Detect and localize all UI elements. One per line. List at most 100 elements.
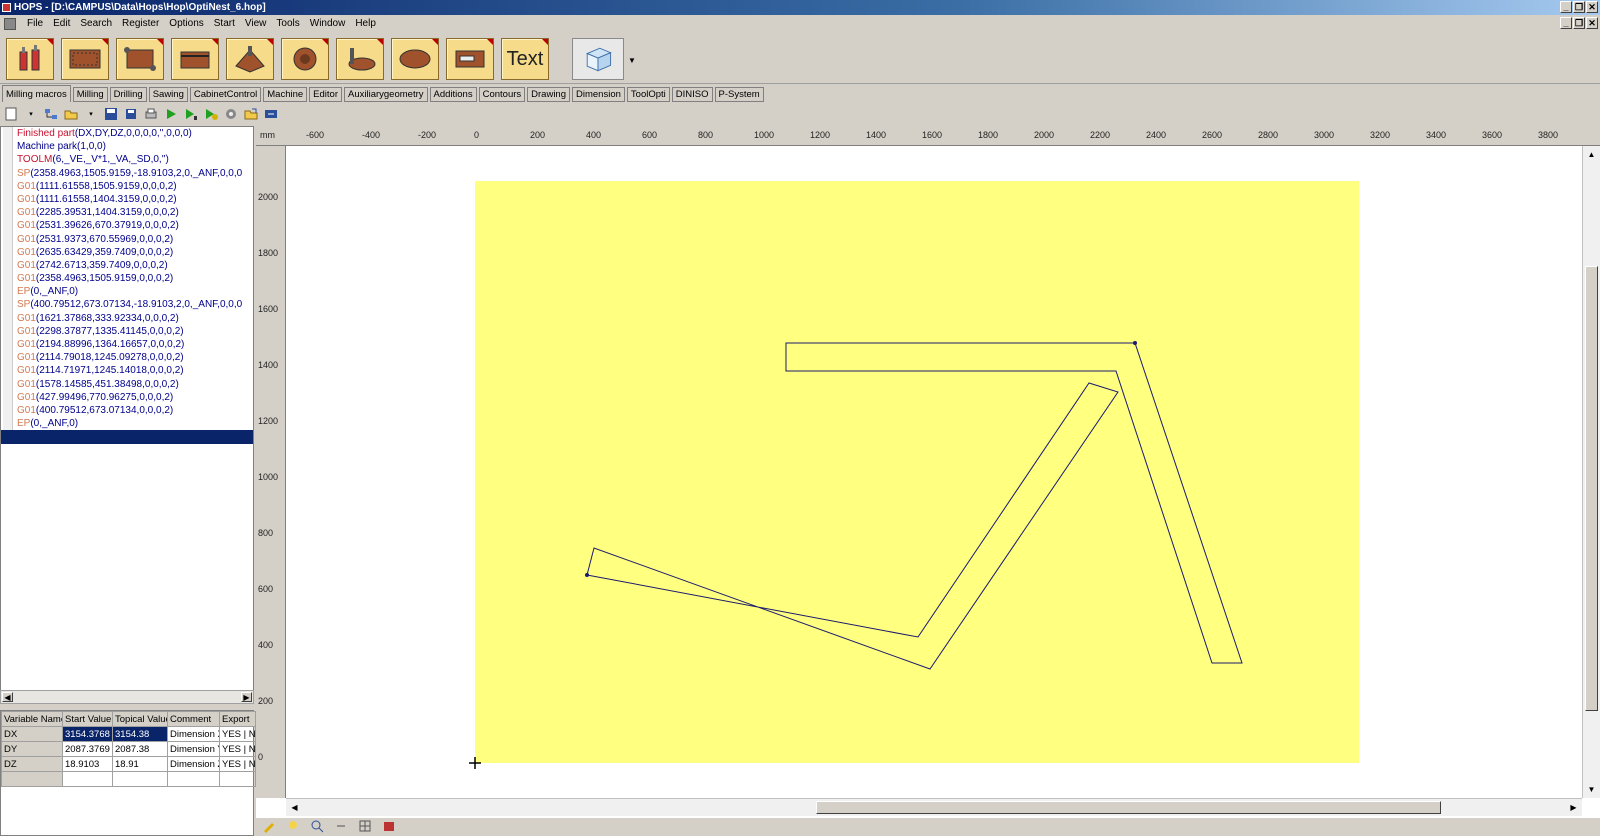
code-line-current[interactable] <box>1 430 253 444</box>
new-file-icon[interactable] <box>4 107 18 121</box>
open-folder-icon[interactable] <box>64 107 78 121</box>
code-line[interactable]: G01(2194.88996,1364.16657,0,0,0,2) <box>1 338 253 352</box>
code-line[interactable]: SP(400.79512,673.07134,-18.9103,2,0,_ANF… <box>1 298 253 312</box>
scroll-right-icon[interactable]: ▶ <box>241 692 252 702</box>
tab-cabinetcontrol[interactable]: CabinetControl <box>189 87 262 102</box>
code-line[interactable]: G01(427.99496,770.96275,0,0,0,2) <box>1 390 253 404</box>
table-cell[interactable]: DZ <box>1 756 63 772</box>
menu-view[interactable]: View <box>240 18 272 29</box>
folder-arrow-icon[interactable] <box>244 107 258 121</box>
horizontal-scroll-thumb[interactable] <box>816 801 1441 814</box>
box-icon[interactable] <box>382 819 396 836</box>
new-dropdown-icon[interactable]: ▾ <box>24 107 38 121</box>
settings-icon[interactable] <box>224 107 238 121</box>
tab-p-system[interactable]: P-System <box>714 87 764 102</box>
code-line[interactable]: G01(1111.61558,1505.9159,0,0,0,2) <box>1 179 253 193</box>
zoom-icon[interactable] <box>310 819 324 836</box>
table-row[interactable]: DZ 18.9103 18.91 Dimension Z YES | N <box>1 756 256 772</box>
horizontal-scrollbar[interactable]: ◀ ▶ <box>286 798 1582 816</box>
slot-macro-button[interactable] <box>446 38 494 80</box>
code-line[interactable]: G01(1578.14585,451.38498,0,0,0,2) <box>1 377 253 391</box>
close-button[interactable]: ✕ <box>1586 1 1598 13</box>
tab-machine[interactable]: Machine <box>263 87 308 102</box>
program-editor[interactable]: Finished part(DX,DY,DZ,0,0,0,0,'',0,0,0)… <box>0 126 254 691</box>
vertical-scrollbar[interactable]: ▲ ▼ <box>1582 146 1600 798</box>
table-cell[interactable] <box>167 771 220 787</box>
code-line[interactable]: Finished part(DX,DY,DZ,0,0,0,0,'',0,0,0) <box>1 127 253 141</box>
pencil-icon[interactable] <box>262 819 276 836</box>
code-line[interactable]: G01(2298.37877,1335.41145,0,0,0,2) <box>1 324 253 338</box>
ellipse-macro-button[interactable] <box>391 38 439 80</box>
col-header-export[interactable]: Export <box>219 711 256 727</box>
table-cell[interactable]: 3154.3768 <box>62 726 113 742</box>
menu-tools[interactable]: Tools <box>271 18 304 29</box>
minus-icon[interactable] <box>334 819 348 836</box>
code-line[interactable]: Machine park(1,0,0) <box>1 140 253 154</box>
text-macro-button[interactable]: Text <box>501 38 549 80</box>
scroll-down-icon[interactable]: ▼ <box>1585 783 1598 796</box>
menu-help[interactable]: Help <box>350 18 381 29</box>
run-icon[interactable] <box>164 107 178 121</box>
print-icon[interactable] <box>144 107 158 121</box>
code-line[interactable]: G01(1111.61558,1404.3159,0,0,0,2) <box>1 192 253 207</box>
code-line[interactable]: SP(2358.4963,1505.9159,-18.9103,2,0,_ANF… <box>1 166 253 180</box>
code-line[interactable]: G01(2635.63429,359.7409,0,0,0,2) <box>1 245 253 259</box>
menu-options[interactable]: Options <box>164 18 208 29</box>
code-line[interactable]: G01(400.79512,673.07134,0,0,0,2) <box>1 403 253 418</box>
run-step-icon[interactable] <box>184 107 198 121</box>
table-cell[interactable]: 2087.3769 <box>62 741 113 757</box>
groove-macro-button[interactable] <box>171 38 219 80</box>
table-row[interactable]: DX 3154.3768 3154.38 Dimension X YES | N <box>1 726 256 742</box>
tab-milling[interactable]: Milling <box>72 87 108 102</box>
grid-icon[interactable] <box>358 819 372 836</box>
menu-edit[interactable]: Edit <box>48 18 75 29</box>
vertical-scroll-thumb[interactable] <box>1585 266 1598 711</box>
scroll-up-icon[interactable]: ▲ <box>1585 148 1598 161</box>
save-icon[interactable] <box>104 107 118 121</box>
open-dropdown-icon[interactable]: ▾ <box>84 107 98 121</box>
transfer-icon[interactable] <box>264 107 278 121</box>
table-cell[interactable]: YES | N <box>219 726 256 742</box>
edge-macro-button[interactable] <box>336 38 384 80</box>
tab-drawing[interactable]: Drawing <box>527 87 571 102</box>
table-cell[interactable]: Dimension Z <box>167 756 220 772</box>
editor-horizontal-scrollbar[interactable]: ◀ ▶ <box>0 690 254 704</box>
tab-diniso[interactable]: DINISO <box>671 87 713 102</box>
code-line[interactable]: G01(2531.9373,670.55969,0,0,0,2) <box>1 232 253 246</box>
minimize-button[interactable]: _ <box>1560 1 1572 13</box>
menu-file[interactable]: File <box>22 18 48 29</box>
tab-contours[interactable]: Contours <box>478 87 526 102</box>
rectangle-pocket-macro-button[interactable] <box>61 38 109 80</box>
tab-sawing[interactable]: Sawing <box>148 87 188 102</box>
variable-table[interactable]: Variable Name Start Value Topical Value … <box>0 710 256 836</box>
view-dropdown-arrow-icon[interactable]: ▼ <box>628 56 636 65</box>
simulate-icon[interactable] <box>204 107 218 121</box>
hierarchy-icon[interactable] <box>44 107 58 121</box>
menu-start[interactable]: Start <box>209 18 240 29</box>
light-icon[interactable] <box>286 819 300 836</box>
table-cell[interactable]: 18.91 <box>112 756 168 772</box>
tab-additions[interactable]: Additions <box>429 87 477 102</box>
scroll-left-icon[interactable]: ◀ <box>2 692 13 702</box>
code-line[interactable]: G01(2531.39626,670.37919,0,0,0,2) <box>1 219 253 233</box>
col-header-topical-value[interactable]: Topical Value <box>112 711 168 727</box>
mdi-restore-button[interactable]: ❐ <box>1573 17 1585 29</box>
drawing-canvas[interactable] <box>286 146 1582 798</box>
circle-pocket-macro-button[interactable] <box>281 38 329 80</box>
contour-macro-button[interactable] <box>116 38 164 80</box>
code-line[interactable]: EP(0,_ANF,0) <box>1 417 253 431</box>
table-cell[interactable] <box>62 771 113 787</box>
table-cell[interactable] <box>219 771 256 787</box>
code-line[interactable]: G01(2358.4963,1505.9159,0,0,0,2) <box>1 272 253 286</box>
table-cell[interactable]: YES | N <box>219 756 256 772</box>
bevel-macro-button[interactable] <box>226 38 274 80</box>
table-row[interactable]: DY 2087.3769 2087.38 Dimension Y YES | N <box>1 741 256 757</box>
table-cell[interactable] <box>1 771 63 787</box>
table-cell[interactable]: Dimension Y <box>167 741 220 757</box>
tab-editor[interactable]: Editor <box>309 87 342 102</box>
table-cell[interactable]: YES | N <box>219 741 256 757</box>
tool-change-macro-button[interactable] <box>6 38 54 80</box>
table-cell[interactable] <box>112 771 168 787</box>
restore-button[interactable]: ❐ <box>1573 1 1585 13</box>
table-cell[interactable]: 3154.38 <box>112 726 168 742</box>
